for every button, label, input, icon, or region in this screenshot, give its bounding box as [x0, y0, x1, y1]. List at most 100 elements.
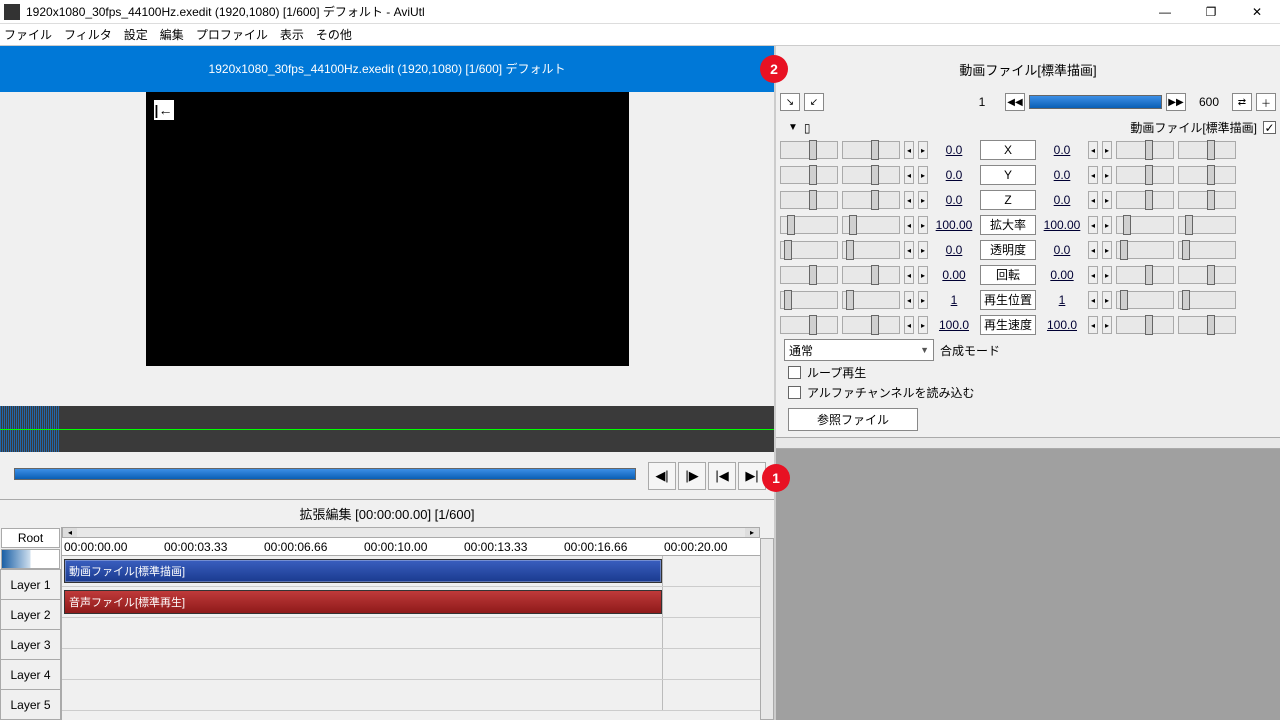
lane-3[interactable] — [62, 618, 760, 649]
slider-right2-3[interactable] — [1178, 216, 1236, 234]
nudge-l-inc-5[interactable]: ▸ — [918, 266, 928, 284]
close-button[interactable]: ✕ — [1234, 0, 1280, 24]
prop-label-0[interactable]: X — [980, 140, 1036, 160]
clip-audio[interactable]: 音声ファイル[標準再生] — [64, 590, 662, 614]
lane-2[interactable]: 音声ファイル[標準再生] — [62, 587, 760, 618]
slider-left2-3[interactable] — [842, 216, 900, 234]
slider-right-4[interactable] — [1116, 241, 1174, 259]
slider-left-0[interactable] — [780, 141, 838, 159]
video-preview[interactable]: |← — [146, 92, 629, 366]
value-left-0[interactable]: 0.0 — [932, 143, 976, 157]
nudge-l-dec-2[interactable]: ◂ — [904, 191, 914, 209]
nudge-r-inc-3[interactable]: ▸ — [1102, 216, 1112, 234]
swap-icon[interactable]: ⇄ — [1232, 93, 1252, 111]
add-icon[interactable]: ＋ — [1256, 93, 1276, 111]
lane-4[interactable] — [62, 649, 760, 680]
slider-left2-7[interactable] — [842, 316, 900, 334]
slider-right2-4[interactable] — [1178, 241, 1236, 259]
frame-prev-button[interactable]: ◀◀ — [1005, 93, 1025, 111]
nudge-r-dec-5[interactable]: ◂ — [1088, 266, 1098, 284]
nudge-r-inc-2[interactable]: ▸ — [1102, 191, 1112, 209]
nudge-l-dec-0[interactable]: ◂ — [904, 141, 914, 159]
timeline-vscroll[interactable] — [760, 538, 774, 720]
slider-right-0[interactable] — [1116, 141, 1174, 159]
frame-next-button[interactable]: ▶▶ — [1166, 93, 1186, 111]
nudge-r-dec-7[interactable]: ◂ — [1088, 316, 1098, 334]
value-left-3[interactable]: 100.00 — [932, 218, 976, 232]
nudge-l-dec-5[interactable]: ◂ — [904, 266, 914, 284]
nudge-r-inc-7[interactable]: ▸ — [1102, 316, 1112, 334]
reference-file-button[interactable]: 参照ファイル — [788, 408, 918, 431]
frame-slider[interactable] — [1029, 95, 1162, 109]
nudge-r-inc-6[interactable]: ▸ — [1102, 291, 1112, 309]
nudge-r-dec-4[interactable]: ◂ — [1088, 241, 1098, 259]
nudge-r-inc-1[interactable]: ▸ — [1102, 166, 1112, 184]
timeline-hscroll[interactable]: ◂▸ — [62, 527, 760, 538]
value-left-2[interactable]: 0.0 — [932, 193, 976, 207]
nudge-r-inc-5[interactable]: ▸ — [1102, 266, 1112, 284]
clip-video[interactable]: 動画ファイル[標準描画] — [64, 559, 662, 583]
layer-5-label[interactable]: Layer 5 — [0, 689, 61, 720]
nudge-l-dec-1[interactable]: ◂ — [904, 166, 914, 184]
maximize-button[interactable]: ❐ — [1188, 0, 1234, 24]
object-enable-checkbox[interactable]: ✓ — [1263, 121, 1276, 134]
value-right-5[interactable]: 0.00 — [1040, 268, 1084, 282]
value-right-1[interactable]: 0.0 — [1040, 168, 1084, 182]
slider-right2-7[interactable] — [1178, 316, 1236, 334]
go-start-button[interactable]: |◀ — [708, 462, 736, 490]
nudge-r-dec-2[interactable]: ◂ — [1088, 191, 1098, 209]
nudge-r-dec-1[interactable]: ◂ — [1088, 166, 1098, 184]
nudge-r-dec-0[interactable]: ◂ — [1088, 141, 1098, 159]
nudge-r-dec-3[interactable]: ◂ — [1088, 216, 1098, 234]
nudge-l-inc-6[interactable]: ▸ — [918, 291, 928, 309]
slider-left2-6[interactable] — [842, 291, 900, 309]
slider-left-4[interactable] — [780, 241, 838, 259]
slider-left2-2[interactable] — [842, 191, 900, 209]
nudge-r-dec-6[interactable]: ◂ — [1088, 291, 1098, 309]
minimize-button[interactable]: — — [1142, 0, 1188, 24]
menu-view[interactable]: 表示 — [280, 26, 304, 43]
lane-1[interactable]: 動画ファイル[標準描画] — [62, 556, 760, 587]
blend-mode-combo[interactable]: 通常 — [784, 339, 934, 361]
nudge-l-inc-4[interactable]: ▸ — [918, 241, 928, 259]
layer-4-label[interactable]: Layer 4 — [0, 659, 61, 690]
props-hscroll[interactable] — [776, 437, 1280, 449]
layer-1-label[interactable]: Layer 1 — [0, 569, 61, 600]
prop-label-6[interactable]: 再生位置 — [980, 290, 1036, 310]
menu-profile[interactable]: プロファイル — [196, 26, 268, 43]
value-left-6[interactable]: 1 — [932, 293, 976, 307]
slider-left-5[interactable] — [780, 266, 838, 284]
slider-right-5[interactable] — [1116, 266, 1174, 284]
value-left-5[interactable]: 0.00 — [932, 268, 976, 282]
prop-label-7[interactable]: 再生速度 — [980, 315, 1036, 335]
value-left-4[interactable]: 0.0 — [932, 243, 976, 257]
loop-checkbox[interactable] — [788, 366, 801, 379]
value-right-4[interactable]: 0.0 — [1040, 243, 1084, 257]
prop-label-1[interactable]: Y — [980, 165, 1036, 185]
menu-other[interactable]: その他 — [316, 26, 352, 43]
slider-left2-4[interactable] — [842, 241, 900, 259]
prop-label-5[interactable]: 回転 — [980, 265, 1036, 285]
value-right-0[interactable]: 0.0 — [1040, 143, 1084, 157]
menu-settings[interactable]: 設定 — [124, 26, 148, 43]
prop-label-3[interactable]: 拡大率 — [980, 215, 1036, 235]
lock-icon[interactable]: ▯ — [804, 121, 811, 135]
seek-slider[interactable] — [8, 462, 642, 490]
value-right-6[interactable]: 1 — [1040, 293, 1084, 307]
layer-2-label[interactable]: Layer 2 — [0, 599, 61, 630]
zoom-control[interactable] — [1, 549, 60, 569]
value-left-7[interactable]: 100.0 — [932, 318, 976, 332]
slider-right-7[interactable] — [1116, 316, 1174, 334]
step-fwd-button[interactable]: |▶ — [678, 462, 706, 490]
anchor-end-icon[interactable]: ↙ — [804, 93, 824, 111]
lane-5[interactable] — [62, 680, 760, 711]
slider-left-1[interactable] — [780, 166, 838, 184]
rewind-start-icon[interactable]: |← — [154, 100, 174, 120]
slider-right2-1[interactable] — [1178, 166, 1236, 184]
nudge-l-inc-0[interactable]: ▸ — [918, 141, 928, 159]
slider-left2-1[interactable] — [842, 166, 900, 184]
slider-left2-5[interactable] — [842, 266, 900, 284]
value-right-2[interactable]: 0.0 — [1040, 193, 1084, 207]
anchor-start-icon[interactable]: ↘ — [780, 93, 800, 111]
menu-filter[interactable]: フィルタ — [64, 26, 112, 43]
